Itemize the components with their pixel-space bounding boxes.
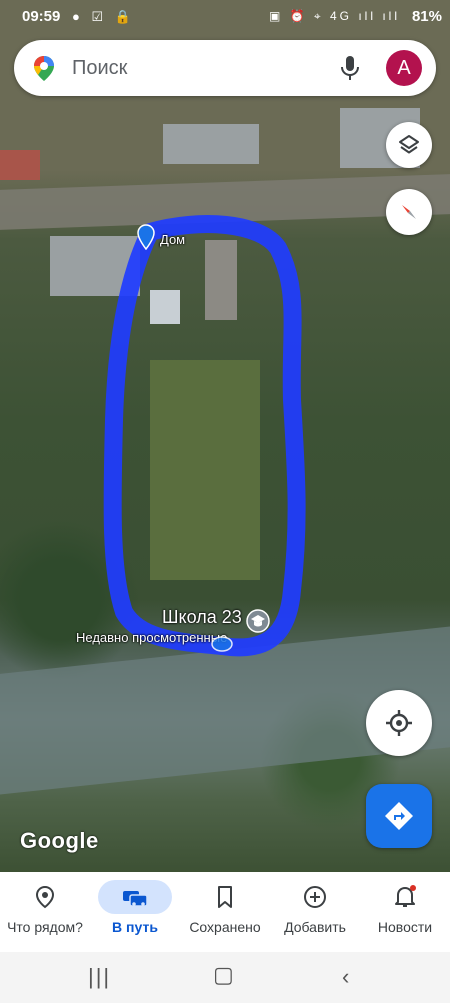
bookmark-icon — [218, 886, 232, 908]
microphone-icon[interactable] — [340, 55, 360, 81]
status-bar: 09:59 ● ☑ 🔒 ▣ ⏰ ⌖ 4G ıll ıll 81% — [0, 0, 450, 34]
add-circle-icon — [304, 886, 326, 908]
layers-icon — [399, 135, 419, 154]
nav-go-label: В путь — [112, 919, 158, 935]
system-navigation-bar: ||| ▢ ‹ — [0, 952, 450, 1003]
battery-level: 81% — [411, 8, 442, 25]
nav-contribute-icon-wrap — [278, 880, 352, 914]
account-avatar[interactable]: A — [386, 50, 422, 86]
nav-saved-icon-wrap — [188, 880, 262, 914]
nav-contribute[interactable]: Добавить — [270, 872, 360, 952]
school-marker-icon[interactable] — [246, 609, 270, 633]
nav-updates-icon-wrap — [368, 880, 442, 914]
my-location-button[interactable] — [366, 690, 432, 756]
nav-saved[interactable]: Сохранено — [180, 872, 270, 952]
back-icon[interactable]: ‹ — [342, 964, 349, 990]
nav-updates[interactable]: Новости — [360, 872, 450, 952]
nav-explore-icon-wrap — [8, 880, 82, 914]
home-pin-icon[interactable] — [137, 224, 155, 250]
recent-label: Недавно просмотренные — [76, 630, 228, 645]
directions-button[interactable] — [366, 784, 432, 848]
search-bar[interactable]: Поиск A — [14, 40, 436, 96]
nav-explore[interactable]: Что рядом? — [0, 872, 90, 952]
nav-go-icon-wrap — [98, 880, 172, 914]
home-icon[interactable]: ▢ — [213, 962, 234, 988]
nav-go[interactable]: В путь — [90, 872, 180, 952]
status-left-icons: ● ☑ 🔒 — [72, 9, 135, 24]
google-attribution: Google — [20, 828, 99, 853]
compass-button[interactable] — [386, 189, 432, 235]
location-pin-icon — [35, 885, 55, 909]
nav-explore-label: Что рядом? — [7, 919, 83, 935]
school-label[interactable]: Школа 23 — [162, 607, 242, 628]
bell-icon — [395, 885, 416, 907]
nav-updates-label: Новости — [377, 919, 433, 935]
my-location-dot-icon — [211, 636, 233, 652]
nav-contribute-label: Добавить — [284, 919, 346, 935]
directions-icon — [385, 802, 413, 830]
search-input[interactable]: Поиск — [72, 57, 127, 80]
crosshair-icon — [386, 710, 412, 736]
status-right-icons: ▣ ⏰ ⌖ 4G ıll ıll — [268, 9, 400, 23]
google-maps-logo-icon — [34, 56, 54, 81]
layers-button[interactable] — [386, 122, 432, 168]
compass-icon — [402, 205, 416, 219]
nav-saved-label: Сохранено — [189, 919, 261, 935]
recent-apps-icon[interactable]: ||| — [88, 964, 111, 990]
home-label[interactable]: Дом — [160, 232, 185, 247]
bottom-navigation: Что рядом? В путь Сохранено Добавить Нов… — [0, 872, 450, 952]
car-icon — [123, 891, 148, 907]
status-time: 09:59 — [22, 8, 61, 25]
